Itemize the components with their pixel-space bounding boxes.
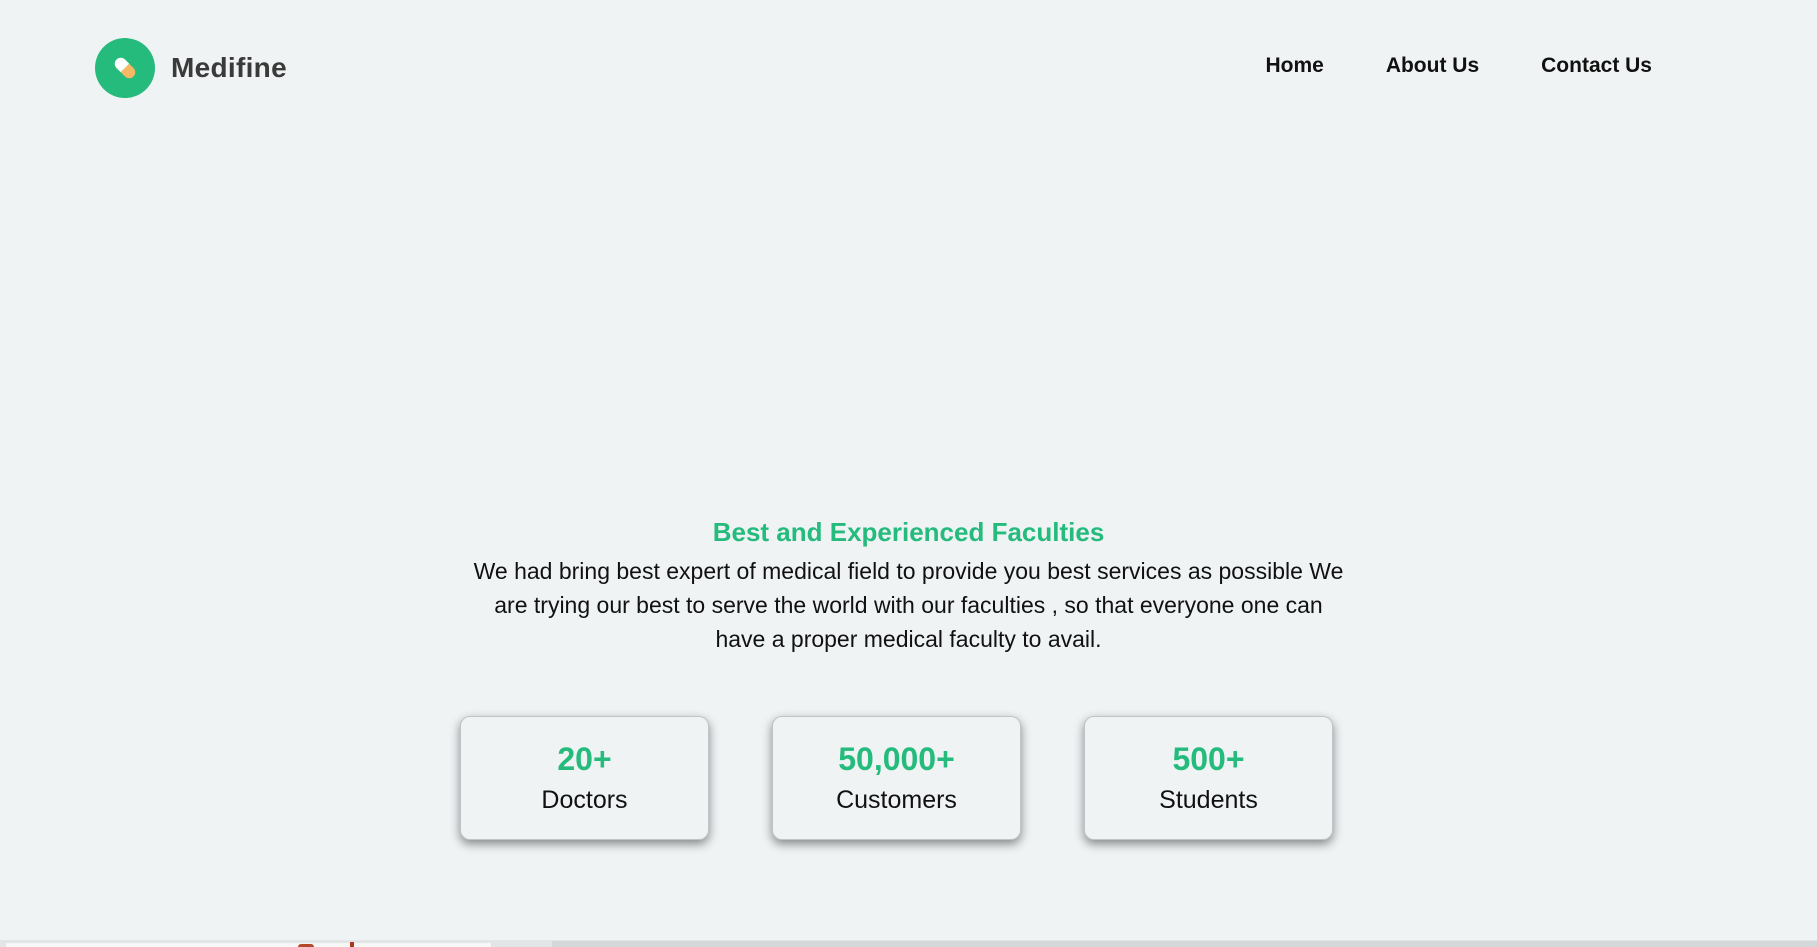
- nav-about-us[interactable]: About Us: [1386, 54, 1479, 78]
- stat-label: Students: [1159, 786, 1258, 814]
- nav-home[interactable]: Home: [1265, 54, 1323, 78]
- stats-row: 20+ Doctors 50,000+ Customers 500+ Stude…: [460, 716, 1333, 840]
- stat-value: 20+: [557, 741, 612, 777]
- section-description: We had bring best expert of medical fiel…: [473, 558, 1344, 652]
- image-edge: [552, 941, 1817, 947]
- section-title: Best and Experienced Faculties: [712, 517, 1105, 547]
- faculty-section: Best and Experienced Faculties We had br…: [0, 512, 1817, 656]
- stat-value: 500+: [1172, 741, 1245, 777]
- site-header: Medifine Home About Us Contact Us: [0, 0, 1817, 140]
- logo-link[interactable]: Medifine: [95, 38, 287, 98]
- brand-name: Medifine: [171, 52, 287, 83]
- pill-icon: [95, 38, 155, 98]
- stat-label: Customers: [836, 786, 957, 814]
- stat-card-students: 500+ Students: [1084, 716, 1333, 840]
- stat-card-customers: 50,000+ Customers: [772, 716, 1021, 840]
- stat-card-doctors: 20+ Doctors: [460, 716, 709, 840]
- main-nav: Home About Us Contact Us: [1265, 54, 1652, 78]
- image-edge-detail: [350, 942, 354, 947]
- next-section-edge: [0, 940, 1817, 947]
- nav-contact-us[interactable]: Contact Us: [1541, 54, 1652, 78]
- stat-label: Doctors: [541, 786, 628, 814]
- image-edge: [6, 943, 491, 947]
- stat-value: 50,000+: [838, 741, 955, 777]
